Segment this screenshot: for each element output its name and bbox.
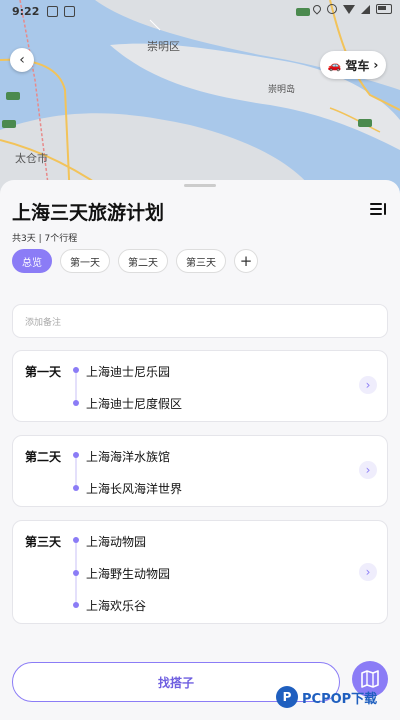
stop-dot xyxy=(73,400,79,406)
system-icons xyxy=(311,3,392,15)
map-label-taicang: 太仓市 xyxy=(15,152,48,165)
map-label-chongming-district: 崇明区 xyxy=(147,40,180,53)
stop-dot xyxy=(73,367,79,373)
day-card-3[interactable]: 第三天 上海动物园 上海野生动物园 上海欢乐谷 › xyxy=(12,520,388,624)
map-background xyxy=(0,0,400,200)
status-time: 9:22 xyxy=(12,4,40,18)
tab-overview[interactable]: 总览 xyxy=(12,249,52,273)
tab-day-3[interactable]: 第三天 xyxy=(176,249,226,273)
watermark-logo-icon: P xyxy=(276,686,298,708)
stop-name: 上海欢乐谷 xyxy=(86,599,147,613)
back-button[interactable]: ‹ xyxy=(10,48,34,72)
drive-button[interactable]: 🚗 驾车 › xyxy=(320,51,386,79)
battery-icon xyxy=(376,4,392,14)
drive-label: 驾车 xyxy=(345,58,370,73)
chevron-right-icon[interactable]: › xyxy=(359,461,377,479)
stop-name: 上海海洋水族馆 xyxy=(86,450,171,464)
watermark-text: PCPOP下载 xyxy=(302,691,378,707)
notification-icons xyxy=(47,5,76,17)
stop-name: 上海动物园 xyxy=(86,535,147,549)
plan-subtitle: 共3天 | 7个行程 xyxy=(12,234,78,244)
dnd-icon xyxy=(327,4,337,14)
day-label: 第二天 xyxy=(25,450,62,464)
stop-dot xyxy=(73,452,79,458)
car-icon: 🚗 xyxy=(327,58,342,72)
plus-icon: + xyxy=(239,252,253,270)
notification-icon xyxy=(47,5,59,17)
map-label-chongming-island: 崇明岛 xyxy=(268,85,296,95)
chevron-right-icon[interactable]: › xyxy=(359,563,377,581)
day-label: 第三天 xyxy=(25,535,62,549)
map-view[interactable]: 9:22 崇明区 崇明岛 太仓市 ‹ 🚗 驾车 › xyxy=(0,0,400,200)
sort-icon[interactable] xyxy=(368,200,388,218)
chevron-left-icon: ‹ xyxy=(19,52,25,68)
stop-name: 上海野生动物园 xyxy=(86,567,171,581)
day-card-1[interactable]: 第一天 上海迪士尼乐园 上海迪士尼度假区 › xyxy=(12,350,388,422)
plan-sheet: 上海三天旅游计划 共3天 | 7个行程 总览 第一天 第二天 第三天 + 添加备… xyxy=(0,180,400,720)
day-label: 第一天 xyxy=(25,365,62,379)
add-day-button[interactable]: + xyxy=(234,249,258,273)
day-tabs: 总览 第一天 第二天 第三天 + xyxy=(12,249,258,273)
wifi-icon xyxy=(343,4,355,14)
stop-dot xyxy=(73,602,79,608)
note-input[interactable]: 添加备注 xyxy=(12,304,388,338)
stop-name: 上海迪士尼度假区 xyxy=(86,397,183,411)
chevron-right-icon: › xyxy=(373,58,379,72)
drag-handle[interactable] xyxy=(184,184,216,187)
gallery-icon xyxy=(64,5,76,17)
stop-name: 上海长风海洋世界 xyxy=(86,482,183,496)
watermark: P PCPOP下载 xyxy=(276,686,377,708)
status-bar: 9:22 xyxy=(0,0,400,22)
stop-dot xyxy=(73,485,79,491)
stop-dot xyxy=(73,537,79,543)
stop-dot xyxy=(73,570,79,576)
plan-title: 上海三天旅游计划 xyxy=(12,202,165,224)
location-icon xyxy=(311,3,323,15)
signal-icon xyxy=(361,4,370,14)
tab-day-1[interactable]: 第一天 xyxy=(60,249,110,273)
day-card-2[interactable]: 第二天 上海海洋水族馆 上海长风海洋世界 › xyxy=(12,435,388,507)
tab-day-2[interactable]: 第二天 xyxy=(118,249,168,273)
stop-name: 上海迪士尼乐园 xyxy=(86,365,171,379)
chevron-right-icon[interactable]: › xyxy=(359,376,377,394)
